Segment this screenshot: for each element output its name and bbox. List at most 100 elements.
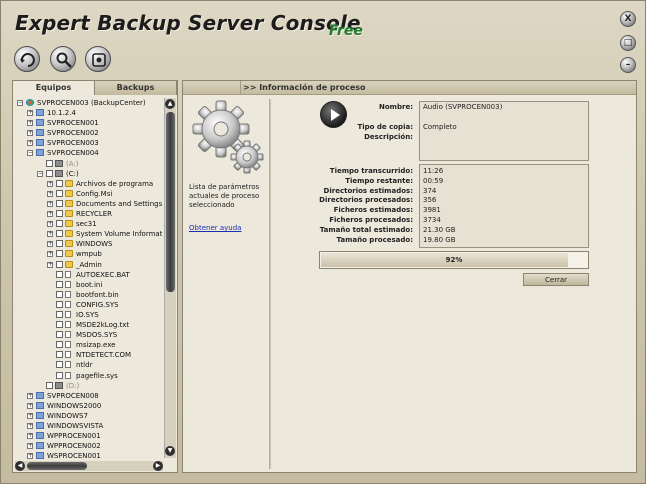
tab-backups[interactable]: Backups <box>95 81 177 95</box>
tree-item[interactable]: bootfont.bin <box>15 290 163 300</box>
tree-item-checkbox[interactable] <box>56 331 63 339</box>
help-link[interactable]: Obtener ayuda <box>189 224 241 232</box>
tree-item-checkbox[interactable] <box>46 159 53 167</box>
expand-icon[interactable]: + <box>47 261 53 268</box>
tree-item[interactable]: (A:) <box>15 159 163 169</box>
tree-item-checkbox[interactable] <box>56 230 63 238</box>
tree-item[interactable]: + sec31 <box>15 219 163 229</box>
expand-icon[interactable]: + <box>47 211 53 218</box>
tree-item[interactable]: + RECYCLER <box>15 209 163 219</box>
tree-item[interactable]: − (C:) <box>15 169 163 179</box>
tree-item-checkbox[interactable] <box>56 220 63 228</box>
tree-item-checkbox[interactable] <box>56 199 63 207</box>
tree-horizontal-scrollbar[interactable]: ◀ ▶ <box>15 461 163 471</box>
expand-icon[interactable]: + <box>27 392 33 399</box>
tree-item-checkbox[interactable] <box>56 351 63 359</box>
expand-icon[interactable]: + <box>27 423 33 429</box>
tree-item[interactable]: +10.1.2.4 <box>15 108 163 118</box>
tree-item[interactable]: MSDE2kLog.txt <box>15 320 163 330</box>
expand-icon[interactable]: + <box>27 130 33 137</box>
expand-icon[interactable]: + <box>47 221 53 228</box>
tree-item[interactable]: NTDETECT.COM <box>15 350 163 360</box>
settings-button[interactable] <box>85 46 111 72</box>
tree-item-checkbox[interactable] <box>56 240 63 248</box>
tree-item-checkbox[interactable] <box>56 321 63 329</box>
tree-item-checkbox[interactable] <box>56 189 63 197</box>
expand-icon[interactable]: + <box>27 120 33 127</box>
tree-vertical-scroll-thumb[interactable] <box>166 112 175 292</box>
maximize-window-button[interactable]: □ <box>620 35 636 51</box>
expand-icon[interactable]: + <box>27 412 33 419</box>
tree-item[interactable]: + SVPROCEN002 <box>15 128 163 138</box>
tree-item[interactable]: + System Volume Informatic <box>15 229 163 239</box>
tree-item[interactable]: CONFIG.SYS <box>15 300 163 310</box>
tree-item[interactable]: + SVPROCEN008 <box>15 391 163 401</box>
scroll-left-icon[interactable]: ◀ <box>15 461 25 471</box>
expand-icon[interactable]: + <box>27 443 33 450</box>
tree-item-checkbox[interactable] <box>56 260 63 268</box>
tree-item-checkbox[interactable] <box>46 381 53 389</box>
tree-item-checkbox[interactable] <box>56 361 63 369</box>
expand-icon[interactable]: + <box>27 402 33 409</box>
expand-icon[interactable]: + <box>47 251 53 258</box>
tree-item[interactable]: + Config.Msi <box>15 189 163 199</box>
expand-icon[interactable]: + <box>27 433 33 440</box>
scroll-up-icon[interactable]: ▲ <box>165 99 175 109</box>
tree-item[interactable]: + Archivos de programa <box>15 179 163 189</box>
expand-icon[interactable]: + <box>47 200 53 207</box>
tree-item-checkbox[interactable] <box>56 280 63 288</box>
expand-icon[interactable]: + <box>47 231 53 238</box>
tree-item[interactable]: + SVPROCEN001 <box>15 118 163 128</box>
expand-icon[interactable]: + <box>47 190 53 197</box>
tree-item[interactable]: AUTOEXEC.BAT <box>15 270 163 280</box>
expand-icon[interactable]: + <box>27 110 33 117</box>
tree-item-checkbox[interactable] <box>56 210 63 218</box>
tree-item-checkbox[interactable] <box>46 169 53 177</box>
tree-item-checkbox[interactable] <box>56 300 63 308</box>
tree-item[interactable]: − SVPROCEN004 <box>15 148 163 158</box>
tree-item-checkbox[interactable] <box>56 270 63 278</box>
backup-button[interactable] <box>14 46 40 72</box>
tree-item[interactable]: MSDOS.SYS <box>15 330 163 340</box>
close-button[interactable]: Cerrar <box>523 273 589 286</box>
scroll-down-icon[interactable]: ▼ <box>165 446 175 456</box>
tree-item[interactable]: + _Admin <box>15 260 163 270</box>
tree-horizontal-scroll-thumb[interactable] <box>27 462 87 470</box>
close-window-button[interactable]: X <box>620 11 636 27</box>
scroll-right-icon[interactable]: ▶ <box>153 461 163 471</box>
tree-item-checkbox[interactable] <box>56 310 63 318</box>
tree-item-checkbox[interactable] <box>56 250 63 258</box>
expand-icon[interactable]: + <box>47 241 53 248</box>
tree-item[interactable]: msizap.exe <box>15 340 163 350</box>
tree-item[interactable]: ntldr <box>15 360 163 370</box>
tree-item[interactable]: + WPPROCEN001 <box>15 431 163 441</box>
tree-item[interactable]: + wmpub <box>15 249 163 259</box>
collapse-icon[interactable]: − <box>17 100 23 106</box>
tree-item[interactable]: + WINDOWSVISTA <box>15 421 163 431</box>
tree-item[interactable]: + SVPROCEN003 <box>15 138 163 148</box>
tree-item-checkbox[interactable] <box>56 290 63 298</box>
tree-item[interactable]: (D:) <box>15 381 163 391</box>
tree-item[interactable]: − SVPROCEN003 (BackupCenter) <box>15 98 163 108</box>
tab-equipos[interactable]: Equipos <box>13 81 95 95</box>
tree-item[interactable]: + WPPROCEN002 <box>15 441 163 451</box>
minimize-window-button[interactable]: – <box>620 57 636 73</box>
tree-item[interactable]: + WSPROCEN001 <box>15 451 163 460</box>
tree-item[interactable]: + WINDOWS2000 <box>15 401 163 411</box>
expand-icon[interactable]: + <box>27 140 33 147</box>
collapse-icon[interactable]: − <box>27 150 33 157</box>
tree-item[interactable]: pagefile.sys <box>15 371 163 381</box>
expand-icon[interactable]: + <box>47 180 53 187</box>
tree-item[interactable]: + Documents and Settings <box>15 199 163 209</box>
search-button[interactable] <box>50 46 76 72</box>
tree-item-checkbox[interactable] <box>56 341 63 349</box>
tree-item[interactable]: boot.ini <box>15 280 163 290</box>
expand-icon[interactable]: + <box>27 453 33 460</box>
tree-vertical-scrollbar[interactable]: ▲ ▼ <box>164 98 176 458</box>
tree-item-checkbox[interactable] <box>56 371 63 379</box>
tree-item[interactable]: + WINDOWS <box>15 239 163 249</box>
tree-item[interactable]: IO.SYS <box>15 310 163 320</box>
collapse-icon[interactable]: − <box>37 170 43 177</box>
tree-item-checkbox[interactable] <box>56 179 63 187</box>
tree-item[interactable]: + WINDOWS7 <box>15 411 163 421</box>
